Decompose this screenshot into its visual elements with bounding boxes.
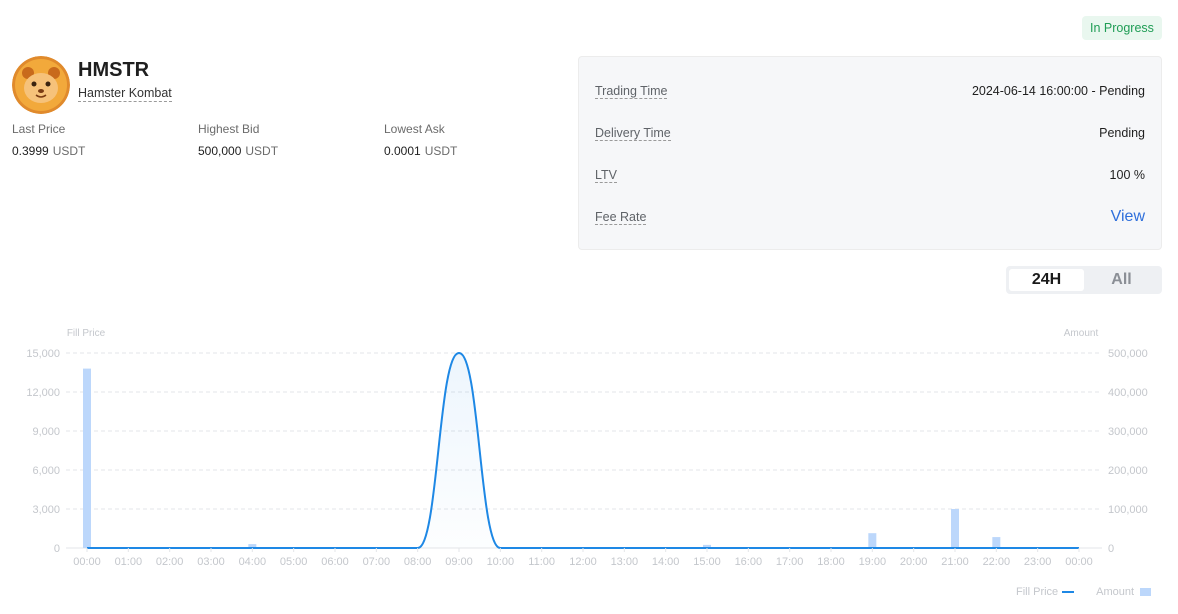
x-tick-label: 23:00	[1024, 556, 1052, 568]
legend-item-fill-price[interactable]: Fill Price	[1016, 586, 1075, 598]
legend-item-amount[interactable]: Amount	[1096, 586, 1152, 598]
x-tick-label: 17:00	[776, 556, 804, 568]
x-tick-label: 04:00	[239, 556, 267, 568]
y-right-tick-label: 100,000	[1108, 504, 1148, 516]
y-left-axis-label: Fill Price	[67, 328, 106, 339]
x-tick-label: 03:00	[197, 556, 225, 568]
info-label[interactable]: Trading Time	[595, 84, 668, 99]
info-panel: Trading Time 2024-06-14 16:00:00 - Pendi…	[578, 56, 1162, 250]
x-tick-label: 13:00	[611, 556, 639, 568]
grid-layer	[66, 352, 1102, 549]
stat-lowest-ask: Lowest Ask 0.0001 USDT	[384, 122, 570, 158]
x-tick-label: 15:00	[693, 556, 721, 568]
y-right-tick-label: 500,000	[1108, 348, 1148, 360]
line-layer	[87, 351, 1079, 549]
stat-highest-bid: Highest Bid 500,000 USDT	[198, 122, 384, 158]
stat-label: Highest Bid	[198, 122, 260, 136]
x-tick-label: 07:00	[363, 556, 391, 568]
fill-price-amount-chart: 0 0 3,000 100,000 6,000 200,000 9,000 300,000 12…	[26, 328, 1147, 568]
stat-label: Last Price	[12, 122, 66, 136]
legend-label: Amount	[1096, 586, 1135, 598]
x-tick-label: 18:00	[817, 556, 845, 568]
info-label[interactable]: Fee Rate	[595, 210, 647, 225]
x-tick-label: 16:00	[735, 556, 763, 568]
x-tick-label: 06:00	[321, 556, 349, 568]
stat-unit: USDT	[245, 144, 279, 158]
y-right-tick-label: 0	[1108, 543, 1114, 555]
y-left-tick-label: 15,000	[26, 348, 60, 360]
x-tick-label: 00:00	[73, 556, 101, 568]
info-row-trading-time: Trading Time 2024-06-14 16:00:00 - Pendi…	[595, 81, 1145, 101]
stat-unit: USDT	[52, 144, 86, 158]
legend-line-swatch	[1062, 591, 1075, 593]
info-row-ltv: LTV 100 %	[595, 165, 1145, 185]
y-right-axis-label: Amount	[1064, 328, 1099, 339]
stat-unit: USDT	[424, 144, 458, 158]
fill-price-line	[87, 351, 1079, 549]
legend-bar-swatch	[1140, 588, 1152, 596]
x-tick-label: 00:00	[1065, 556, 1093, 568]
x-tick-label: 01:00	[115, 556, 143, 568]
asset-symbol: HMSTR	[78, 59, 150, 81]
info-label[interactable]: Delivery Time	[595, 126, 671, 141]
info-value: 2024-06-14 16:00:00 - Pending	[971, 84, 1145, 98]
x-tick-label: 11:00	[528, 556, 555, 568]
info-row-delivery-time: Delivery Time Pending	[595, 123, 1145, 143]
range-option-24h[interactable]: 24H	[1009, 269, 1084, 291]
x-tick-label: 12:00	[569, 556, 597, 568]
y-right-tick-label: 300,000	[1108, 426, 1148, 438]
amount-bar	[992, 537, 1001, 548]
y-left-tick-label: 3,000	[32, 504, 60, 516]
x-tick-label: 14:00	[652, 556, 680, 568]
asset-header: HMSTR Hamster Kombat	[12, 56, 172, 114]
x-tick-label: 05:00	[280, 556, 308, 568]
amount-bar	[951, 509, 959, 548]
stat-value: 0.0001	[384, 144, 421, 158]
market-stats: Last Price 0.3999 USDT Highest Bid 500,00…	[12, 122, 570, 158]
x-tick-label: 20:00	[900, 556, 928, 568]
time-range-toggle: 24H All	[1006, 266, 1162, 294]
y-left-tick-label: 12,000	[26, 387, 60, 399]
y-left-tick-label: 0	[54, 543, 60, 555]
fee-rate-view-link[interactable]: View	[1111, 208, 1145, 226]
info-value: Pending	[1099, 126, 1145, 140]
axis-layer: 0 0 3,000 100,000 6,000 200,000 9,000 300,000 12…	[26, 328, 1147, 568]
stat-last-price: Last Price 0.3999 USDT	[12, 122, 198, 158]
x-tick-label: 22:00	[983, 556, 1011, 568]
amount-bar	[868, 533, 877, 548]
info-row-fee-rate: Fee Rate View	[595, 207, 1145, 227]
info-label[interactable]: LTV	[595, 168, 617, 183]
x-tick-label: 21:00	[941, 556, 969, 568]
amount-bar	[83, 368, 91, 548]
fill-price-area	[87, 353, 1079, 548]
x-tick-label: 08:00	[404, 556, 432, 568]
y-left-tick-label: 6,000	[32, 465, 60, 477]
hamster-avatar	[12, 56, 70, 114]
status-badge: In Progress	[1082, 16, 1162, 40]
bar-layer	[83, 368, 1001, 548]
stat-label: Lowest Ask	[384, 122, 445, 136]
stat-value: 500,000	[198, 144, 242, 158]
x-tick-label: 02:00	[156, 556, 184, 568]
x-tick-label: 19:00	[859, 556, 887, 568]
chart-legend: Fill Price Amount	[1016, 586, 1152, 598]
asset-name-link[interactable]: Hamster Kombat	[78, 86, 172, 102]
info-value: 100 %	[1109, 168, 1145, 182]
y-left-tick-label: 9,000	[32, 426, 60, 438]
range-option-all[interactable]: All	[1084, 269, 1159, 291]
stat-value: 0.3999	[12, 144, 49, 158]
y-right-tick-label: 200,000	[1108, 465, 1148, 477]
legend-label: Fill Price	[1016, 586, 1059, 598]
y-right-tick-label: 400,000	[1108, 387, 1148, 399]
x-tick-label: 10:00	[487, 556, 515, 568]
x-tick-label: 09:00	[445, 556, 473, 568]
